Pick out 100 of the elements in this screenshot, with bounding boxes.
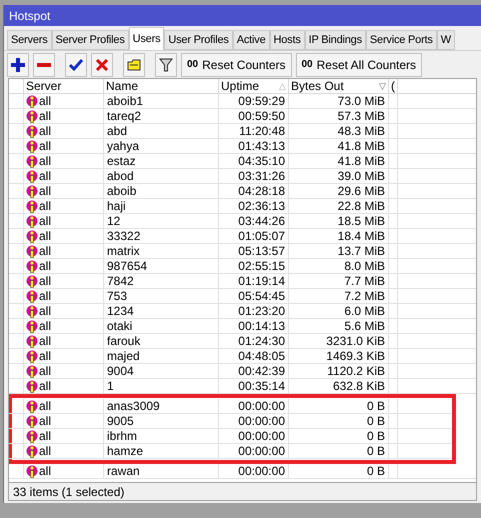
user-info-icon xyxy=(26,244,38,258)
table-row[interactable]: all 1234 01:23:20 6.0 MiB xyxy=(9,304,476,319)
tab[interactable]: Service Ports xyxy=(366,30,437,50)
column-header[interactable]: Server xyxy=(24,79,104,93)
tab[interactable]: Server Profiles xyxy=(52,30,129,50)
table-cell: 9004 xyxy=(107,364,134,378)
table-row[interactable]: all otaki 00:14:13 5.6 MiB xyxy=(9,319,476,334)
table-cell: 03:44:26 xyxy=(238,214,285,228)
table-cell: 00:00:00 xyxy=(238,399,285,413)
tab[interactable]: Servers xyxy=(7,30,52,50)
table-cell: 6.0 MiB xyxy=(344,304,385,318)
table-cell: 0 B xyxy=(366,429,385,443)
table-cell: 48.3 MiB xyxy=(338,124,385,138)
user-info-icon xyxy=(26,414,38,428)
table-cell: all xyxy=(39,94,52,108)
user-info-icon xyxy=(26,430,38,442)
toolbar-button[interactable]: 00 Reset Counters xyxy=(181,52,292,76)
table-row[interactable]: all matrix 05:13:57 13.7 MiB xyxy=(9,244,476,259)
table-cell: anas3009 xyxy=(107,399,160,413)
table-row[interactable]: all 12 03:44:26 18.5 MiB xyxy=(9,214,476,229)
user-info-icon xyxy=(26,230,38,242)
table-cell: 00:00:00 xyxy=(238,414,285,428)
table-row[interactable]: all estaz 04:35:10 41.8 MiB xyxy=(9,154,476,169)
window-title: Hotspot xyxy=(9,8,50,24)
tab[interactable]: User Profiles xyxy=(164,30,233,50)
filter-button[interactable] xyxy=(155,52,177,76)
user-info-icon xyxy=(26,274,38,288)
column-header[interactable]: ( xyxy=(389,79,398,93)
user-info-icon xyxy=(26,350,38,362)
table-row[interactable]: all tareq2 00:59:50 57.3 MiB xyxy=(9,109,476,124)
table-cell: estaz xyxy=(107,154,136,168)
table-cell: 0 B xyxy=(366,444,385,458)
table-cell: 0 B xyxy=(366,464,385,478)
table-cell: 03:31:26 xyxy=(238,169,285,183)
tab[interactable]: Active xyxy=(232,30,270,50)
table-cell: aboib xyxy=(107,184,136,198)
button-label: Reset All Counters xyxy=(316,56,416,74)
enable-button[interactable] xyxy=(65,52,87,76)
sort-indicator: △ xyxy=(279,80,286,93)
table-row[interactable]: all 9005 00:00:00 0 B xyxy=(9,414,452,429)
table-cell: 09:59:29 xyxy=(238,94,285,108)
table-row[interactable]: all rawan 00:00:00 0 B xyxy=(9,464,476,479)
table-row[interactable]: all 1 00:35:14 632.8 KiB xyxy=(9,379,476,394)
table-row[interactable]: all ibrhm 00:00:00 0 B xyxy=(9,429,452,444)
table-cell: 33322 xyxy=(107,229,140,243)
header-label: ( xyxy=(391,79,395,93)
table-cell: 00:59:50 xyxy=(238,109,285,123)
user-info-icon xyxy=(26,214,38,228)
table-cell: aboib1 xyxy=(107,94,144,108)
table-cell: all xyxy=(39,289,52,303)
table-row[interactable]: all farouk 01:24:30 3231.0 KiB xyxy=(9,334,476,349)
user-info-icon xyxy=(26,200,38,212)
disable-button[interactable] xyxy=(91,52,113,76)
tab[interactable]: Users xyxy=(128,27,164,50)
toolbar-button[interactable]: 00 Reset All Counters xyxy=(296,52,422,76)
user-info-icon xyxy=(26,154,38,168)
table-row[interactable]: all 753 05:54:45 7.2 MiB xyxy=(9,289,476,304)
table-cell: all xyxy=(39,214,52,228)
table-row[interactable]: all 9004 00:42:39 1120.2 KiB xyxy=(9,364,476,379)
table-row[interactable]: all aboib1 09:59:29 73.0 MiB xyxy=(9,94,476,109)
header-label: Bytes Out xyxy=(291,79,344,93)
table-row[interactable]: all yahya 01:43:13 41.8 MiB xyxy=(9,139,476,154)
table-row[interactable]: all 7842 01:19:14 7.7 MiB xyxy=(9,274,476,289)
table-row[interactable]: all anas3009 00:00:00 0 B xyxy=(9,399,452,414)
table-cell: 632.8 KiB xyxy=(332,379,385,393)
column-header[interactable]: Name xyxy=(104,79,219,93)
table-cell: hamze xyxy=(107,444,144,458)
column-header[interactable]: Uptime △ xyxy=(219,79,289,93)
table-row[interactable]: all aboib 04:28:18 29.6 MiB xyxy=(9,184,476,199)
comment-button[interactable] xyxy=(123,52,145,76)
table-row[interactable]: all haji 02:36:13 22.8 MiB xyxy=(9,199,476,214)
user-info-icon xyxy=(26,334,38,348)
counter-icon: 00 xyxy=(187,57,198,72)
table-cell: 02:55:15 xyxy=(238,259,285,273)
remove-button[interactable] xyxy=(33,52,55,76)
table-cell: all xyxy=(39,304,52,318)
table-row[interactable]: all abod 03:31:26 39.0 MiB xyxy=(9,169,476,184)
table-cell: all xyxy=(39,154,52,168)
table-cell: 04:28:18 xyxy=(238,184,285,198)
tab[interactable]: Hosts xyxy=(270,30,305,50)
status-text: 33 items (1 selected) xyxy=(13,484,124,500)
table-cell: all xyxy=(39,274,52,288)
column-header[interactable]: Bytes Out ▽ xyxy=(289,79,389,93)
table-row[interactable]: all majed 04:48:05 1469.3 KiB xyxy=(9,349,476,364)
table-row[interactable]: all hamze 00:00:00 0 B xyxy=(9,444,452,459)
table-cell: 0 B xyxy=(366,414,385,428)
tab[interactable]: IP Bindings xyxy=(304,30,366,50)
tab[interactable]: W xyxy=(436,30,455,50)
header-label: Uptime xyxy=(221,79,260,93)
table-cell: 04:48:05 xyxy=(238,349,285,363)
table-cell: abod xyxy=(107,169,134,183)
sort-indicator: ▽ xyxy=(379,80,386,93)
table-row[interactable]: all 987654 02:55:15 8.0 MiB xyxy=(9,259,476,274)
add-button[interactable] xyxy=(7,52,29,76)
table-cell: 29.6 MiB xyxy=(338,184,385,198)
table-cell: all xyxy=(39,429,52,443)
table-row[interactable]: all abd 11:20:48 48.3 MiB xyxy=(9,124,476,139)
table-cell: all xyxy=(39,444,52,458)
table-cell: 13.7 MiB xyxy=(338,244,385,258)
table-row[interactable]: all 33322 01:05:07 18.4 MiB xyxy=(9,229,476,244)
